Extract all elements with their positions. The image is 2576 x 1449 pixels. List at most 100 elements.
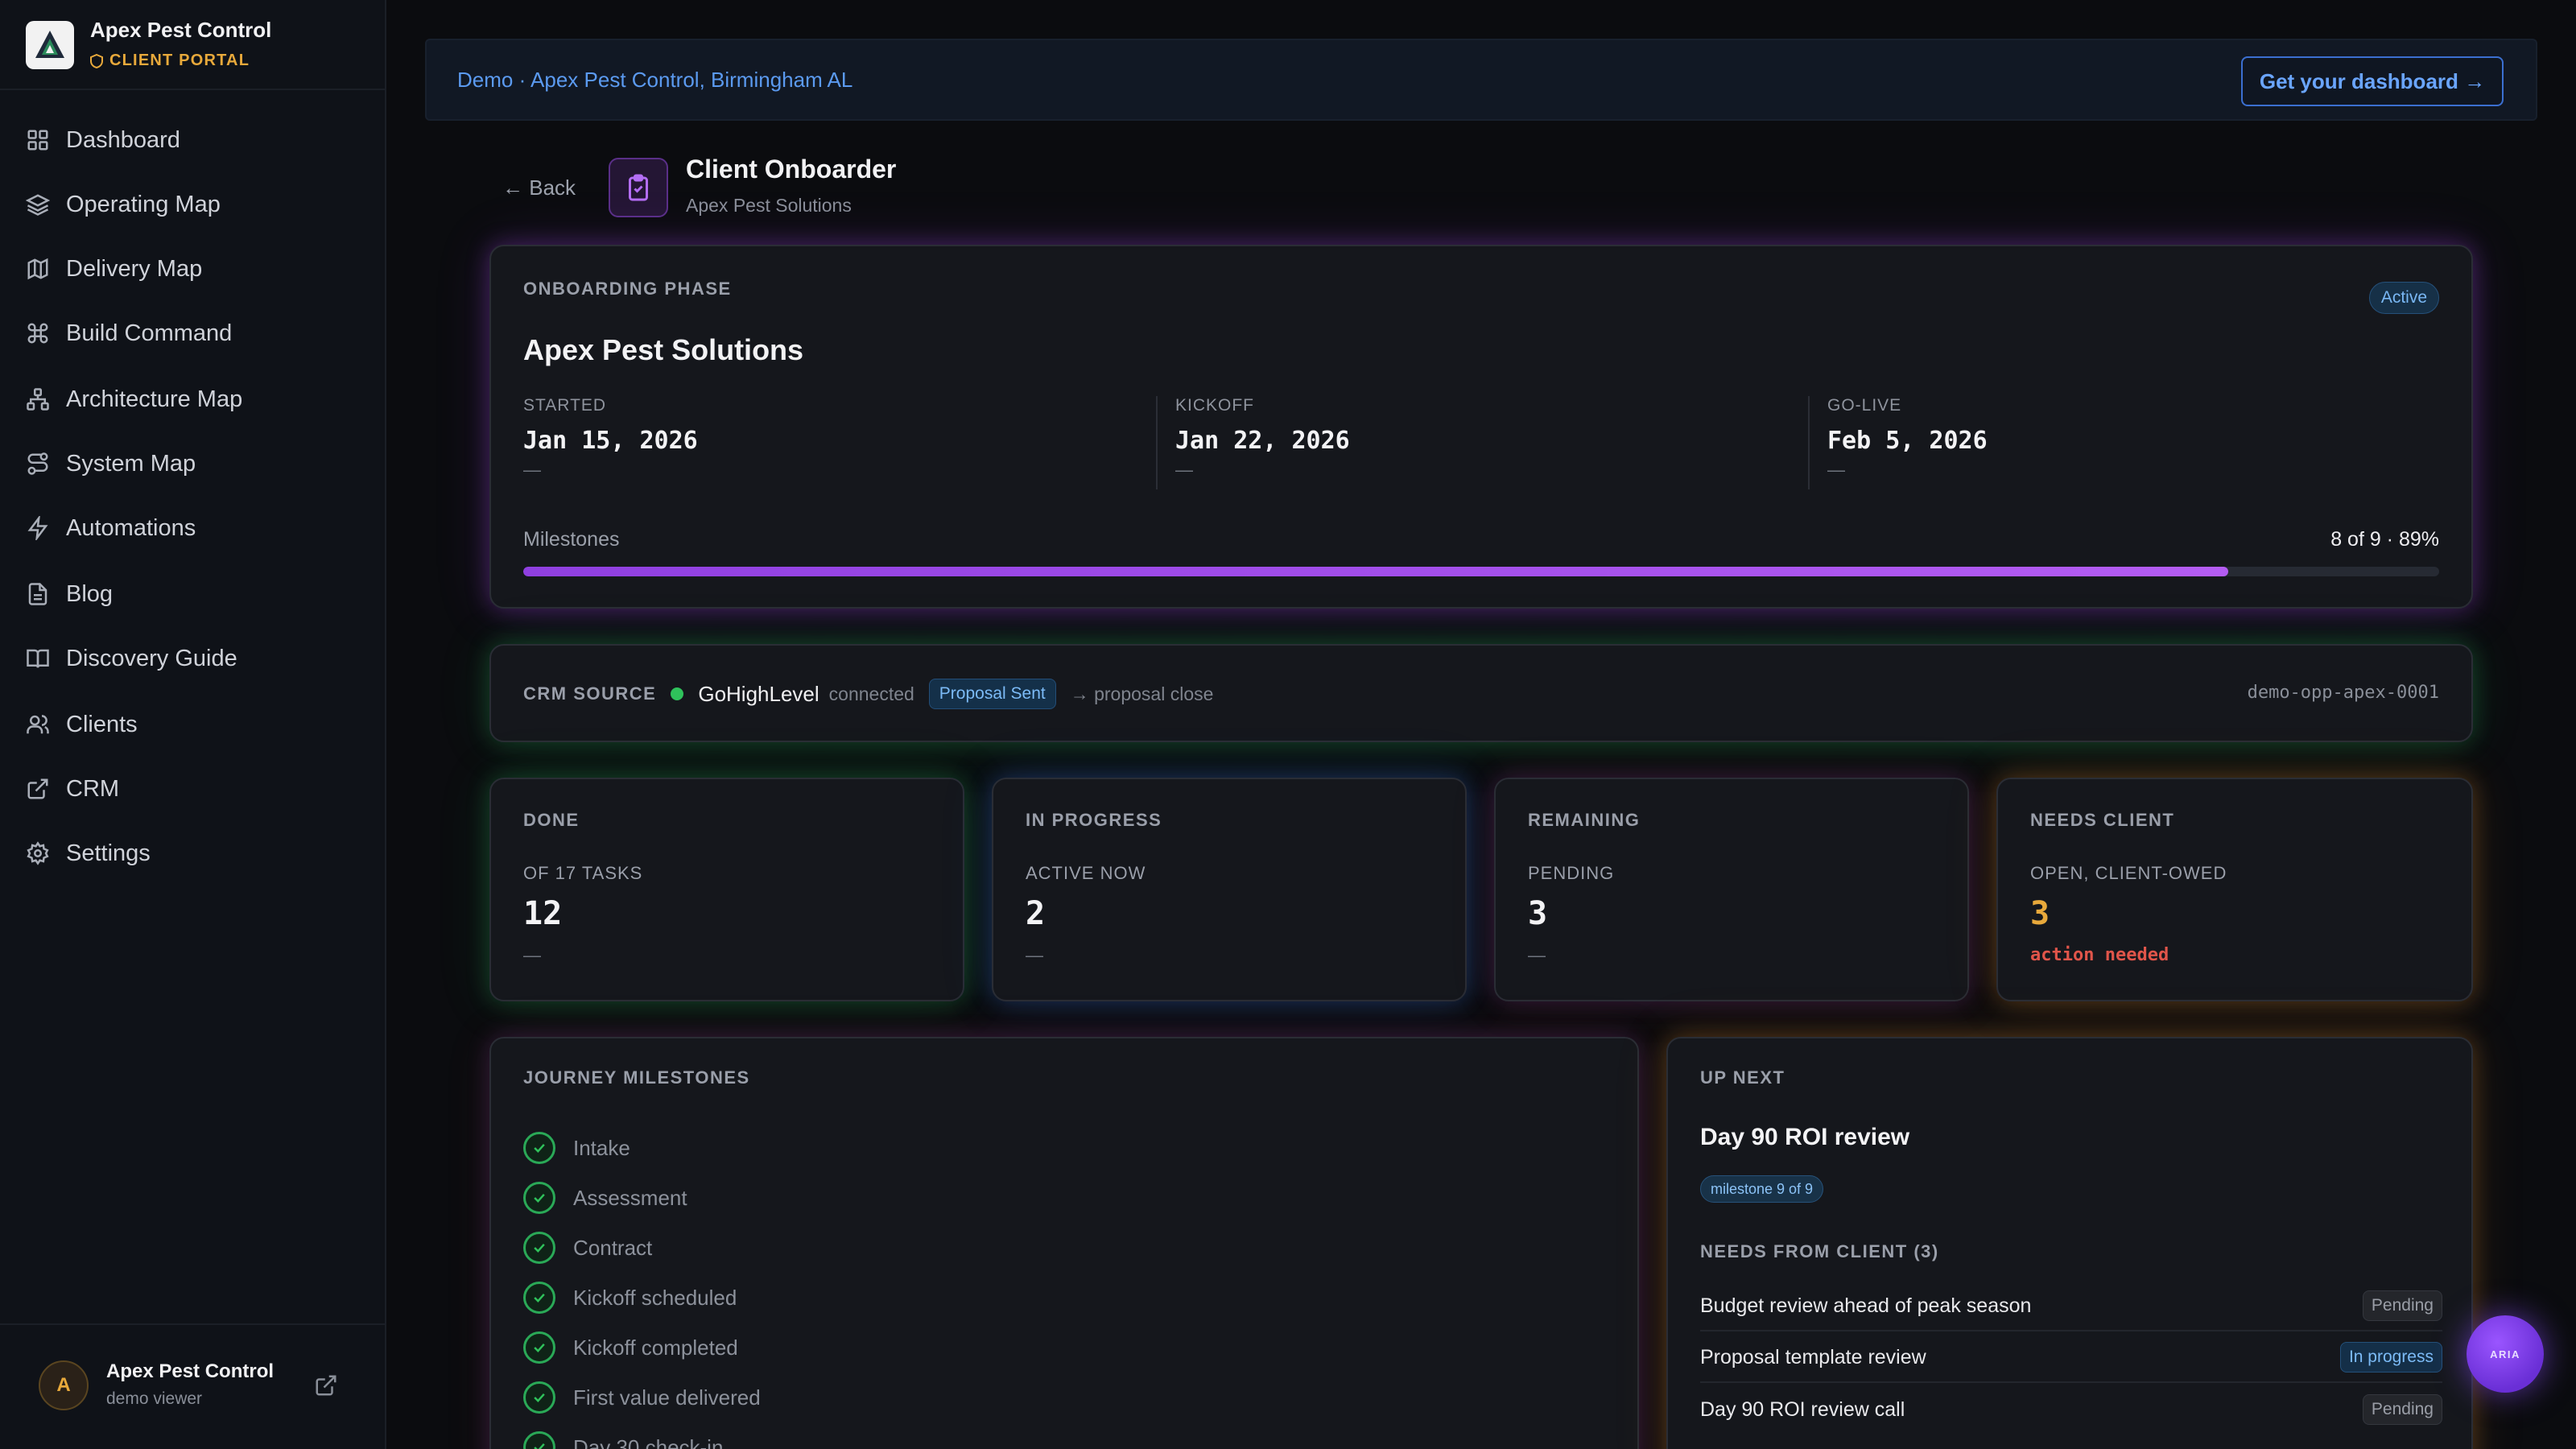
milestone-label: Intake [573,1135,630,1160]
status-badge: Active [2368,282,2439,314]
check-icon [523,1431,555,1449]
sidebar-item-label: Blog [66,580,114,607]
date-go-live: GO-LIVE Feb 5, 2026 — [1827,396,1988,483]
list-item[interactable]: Budget review ahead of peak season Pendi… [1700,1282,2442,1331]
stat-sublabel: ACTIVE NOW [1026,863,1146,883]
crm-next-stage: → proposal close [1070,683,1214,704]
milestone-item: Assessment [523,1180,687,1216]
milestone-item: Day 30 check-in [523,1430,723,1449]
milestones-progress-bar [523,567,2439,576]
milestones-count: 8 of 9 · 89% [2330,528,2439,551]
list-item[interactable]: Proposal template review In progress [1700,1333,2442,1383]
sidebar-item-clients[interactable]: Clients [26,699,364,750]
external-link-icon[interactable] [314,1373,338,1397]
sidebar-item-delivery-map[interactable]: Delivery Map [26,243,364,295]
file-text-icon [28,583,47,605]
stat-sublabel: PENDING [1528,863,1615,883]
sidebar-item-label: Delivery Map [66,255,203,282]
milestone-label: Day 30 check-in [573,1435,724,1449]
avatar: A [39,1360,89,1410]
crm-source-row: CRM SOURCE GoHighLevel connected Proposa… [523,678,1213,710]
milestones-progress-fill [523,567,2229,576]
sidebar-item-label: Build Command [66,320,233,346]
date-value: Jan 15, 2026 [523,427,698,455]
status-badge: Pending [2362,1290,2442,1321]
grid-icon [27,130,48,151]
check-icon [523,1282,555,1314]
sidebar-item-label: Dashboard [66,126,180,153]
user-profile[interactable]: A Apex Pest Control demo viewer [39,1360,345,1412]
date-kickoff: KICKOFF Jan 22, 2026 — [1175,396,1350,483]
sidebar-item-build-command[interactable]: Build Command [26,308,364,359]
status-badge: In progress [2339,1342,2442,1373]
sidebar-item-label: Discovery Guide [66,645,237,671]
check-icon [523,1132,555,1164]
milestone-badge: milestone 9 of 9 [1700,1175,1824,1203]
milestone-item: Intake [523,1130,630,1166]
user-role: demo viewer [106,1389,203,1408]
stat-detail: — [523,945,541,965]
clipboard-check-icon [609,158,668,217]
milestone-item: Kickoff completed [523,1330,738,1365]
page-subtitle: Apex Pest Solutions [686,195,852,216]
stat-value: 3 [2030,895,2050,932]
users-icon [27,715,49,734]
stat-label: REMAINING [1528,810,1641,830]
sidebar-item-label: Operating Map [66,191,221,217]
milestone-item: Kickoff scheduled [523,1280,737,1315]
section-label: CRM SOURCE [523,683,657,704]
crm-source-name: GoHighLevel [698,681,819,706]
sidebar-item-architecture-map[interactable]: Architecture Map [26,374,364,425]
back-button[interactable]: ← Back [502,175,576,200]
milestone-label: Kickoff scheduled [573,1285,737,1310]
sidebar-item-dashboard[interactable]: Dashboard [26,114,364,166]
stat-value: 3 [1528,895,1548,932]
demo-banner: Demo · Apex Pest Control, Birmingham AL … [425,39,2537,121]
milestone-label: Assessment [573,1185,687,1210]
stat-card-done: DONE OF 17 TASKS 12 — [489,778,964,1001]
check-icon [523,1381,555,1414]
sidebar-item-label: System Map [66,450,196,477]
brand[interactable]: Apex Pest Control CLIENT PORTAL [26,18,361,89]
sidebar-item-label: Architecture Map [66,386,243,412]
stat-label: DONE [523,810,580,830]
crm-stage-badge: Proposal Sent [928,679,1056,709]
divider [0,1323,386,1325]
date-detail: — [1175,460,1193,480]
portal-label-text: CLIENT PORTAL [109,52,250,69]
sidebar-item-operating-map[interactable]: Operating Map [26,179,364,230]
zap-icon [27,516,48,540]
milestones-label: Milestones [523,528,620,551]
crm-connection-status: connected [828,683,914,704]
sidebar-item-automations[interactable]: Automations [26,502,364,554]
sidebar-item-label: Settings [66,840,151,866]
list-item[interactable]: Day 90 ROI review call Pending [1700,1385,2442,1435]
task-label: Proposal template review [1700,1345,1926,1368]
gear-icon [27,841,49,865]
divider [1156,396,1158,489]
date-detail: — [523,460,541,480]
logo-icon [26,21,74,69]
stat-detail: — [1026,945,1043,965]
crm-source-card: CRM SOURCE GoHighLevel connected Proposa… [489,644,2473,742]
status-dot [671,687,684,700]
sidebar-item-crm[interactable]: CRM [26,763,364,815]
stat-label: IN PROGRESS [1026,810,1162,830]
aria-assistant-button[interactable]: ARIA [2467,1315,2544,1393]
date-label: STARTED [523,396,607,415]
network-icon [27,388,49,411]
page-title: Client Onboarder [686,155,897,184]
sidebar-item-system-map[interactable]: System Map [26,438,364,489]
portal-label: CLIENT PORTAL [90,52,250,70]
sidebar-item-blog[interactable]: Blog [26,568,364,620]
client-name: Apex Pest Solutions [523,333,804,366]
section-label: JOURNEY MILESTONES [523,1067,750,1088]
get-dashboard-button[interactable]: Get your dashboard → [2241,56,2504,106]
sidebar-item-settings[interactable]: Settings [26,828,364,879]
task-label: Day 90 ROI review call [1700,1397,1905,1421]
user-name: Apex Pest Control [106,1360,275,1382]
sidebar-item-label: Clients [66,711,138,737]
date-detail: — [1827,460,1845,480]
milestone-label: Kickoff completed [573,1335,738,1360]
sidebar-item-discovery-guide[interactable]: Discovery Guide [26,633,364,684]
